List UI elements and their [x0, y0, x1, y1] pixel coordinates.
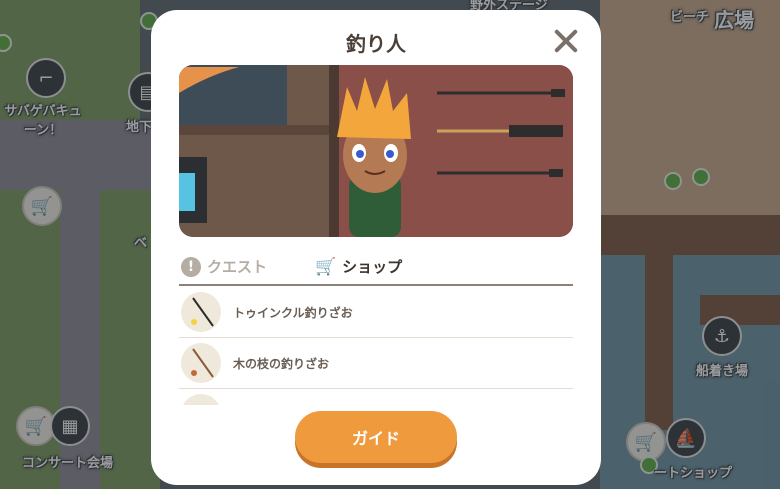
tab-shop[interactable]: 🛒 ショップ: [315, 256, 402, 277]
exclamation-icon: !: [181, 256, 201, 277]
shop-item-list[interactable]: トゥインクル釣りざお 木の枝の釣りざお: [179, 287, 573, 405]
cart-icon: 🛒: [315, 256, 337, 277]
list-item[interactable]: 木の枝の釣りざお: [179, 338, 573, 389]
tab-quest-label: クエスト: [207, 258, 268, 276]
rod-icon: [181, 394, 221, 405]
dialog-tabs: ! クエスト 🛒 ショップ: [179, 252, 573, 286]
list-item[interactable]: [179, 389, 573, 405]
fisherman-dialog: 釣り人 ! クエスト 🛒 ショップ トゥインクル釣りざお 木の枝の釣りざお ガイ…: [151, 10, 601, 485]
dialog-title: 釣り人: [346, 32, 406, 56]
fisherman-scene-illustration: [179, 65, 573, 237]
tab-quest[interactable]: ! クエスト: [181, 256, 267, 277]
npc-scene: [179, 65, 573, 237]
twinkle-rod-icon: [181, 292, 221, 332]
guide-button[interactable]: ガイド: [295, 411, 457, 463]
branch-rod-icon: [181, 343, 221, 383]
close-icon[interactable]: [551, 26, 581, 56]
shop-item-name: 木の枝の釣りざお: [233, 356, 330, 371]
list-item[interactable]: トゥインクル釣りざお: [179, 287, 573, 338]
shop-item-name: トゥインクル釣りざお: [233, 305, 353, 320]
tab-shop-label: ショップ: [342, 258, 403, 276]
